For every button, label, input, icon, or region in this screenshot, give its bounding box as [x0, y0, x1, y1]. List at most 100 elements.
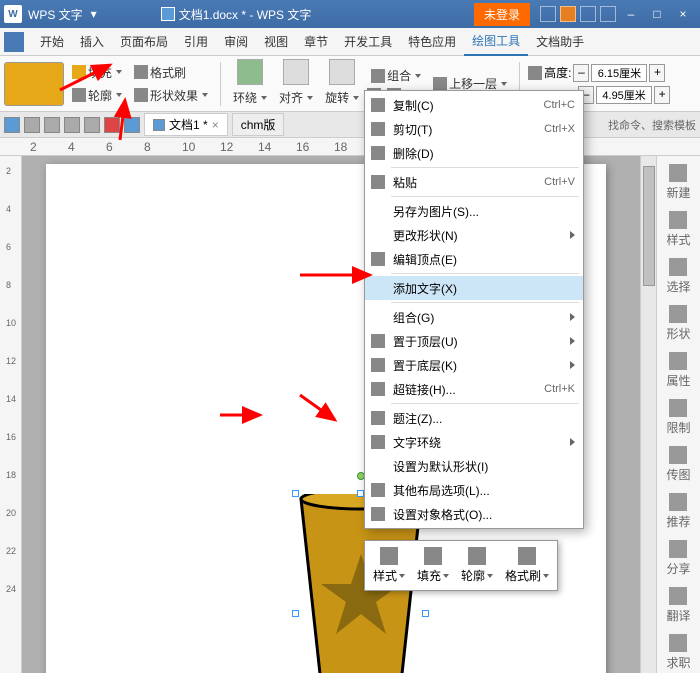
sidebar-分享[interactable]: 分享 — [666, 540, 690, 577]
login-button[interactable]: 未登录 — [474, 3, 530, 26]
填充-icon — [424, 547, 442, 565]
ctx-组合(G)[interactable]: 组合(G) — [365, 305, 583, 329]
fill-button[interactable]: 填充 — [68, 62, 126, 83]
format-icon — [371, 507, 385, 521]
ruler-vertical[interactable]: 24681012141618202224 — [0, 156, 22, 673]
sidebar-样式[interactable]: 样式 — [666, 211, 690, 248]
group-button[interactable]: 组合 — [367, 65, 425, 86]
handle-ml[interactable] — [292, 610, 299, 617]
wps-logo-icon[interactable] — [104, 117, 120, 133]
maximize-button[interactable]: □ — [644, 4, 670, 24]
tab-插入[interactable]: 插入 — [72, 28, 112, 56]
sidebar-新建[interactable]: 新建 — [666, 164, 690, 201]
brush-icon — [134, 65, 148, 79]
cloud-sync-icon[interactable] — [124, 117, 140, 133]
shape-effect-button[interactable]: 形状效果 — [130, 85, 212, 106]
sidebar-推荐[interactable]: 推荐 — [666, 493, 690, 530]
handle-mr[interactable] — [422, 610, 429, 617]
sidebar-选择[interactable]: 选择 — [666, 258, 690, 295]
undo-icon[interactable] — [64, 117, 80, 133]
handle-tm[interactable] — [357, 490, 364, 497]
link-icon — [371, 382, 385, 396]
edit-points-icon — [371, 252, 385, 266]
preview-icon[interactable] — [44, 117, 60, 133]
width-input[interactable] — [596, 86, 652, 104]
tab-开始[interactable]: 开始 — [32, 28, 72, 56]
ctx-layout[interactable]: 其他布局选项(L)... — [365, 478, 583, 502]
save-icon[interactable] — [4, 117, 20, 133]
search-hint[interactable]: 找命令、搜索模板 — [608, 117, 696, 133]
minimize-button[interactable]: – — [618, 4, 644, 24]
height-plus[interactable]: + — [649, 64, 665, 82]
skin-icon[interactable] — [540, 6, 556, 22]
format-painter-button[interactable]: 格式刷 — [130, 62, 212, 83]
tab-审阅[interactable]: 审阅 — [216, 28, 256, 56]
tab-文档助手[interactable]: 文档助手 — [528, 28, 592, 56]
ctx-cut[interactable]: 剪切(T)Ctrl+X — [365, 117, 583, 141]
sidebar-传图[interactable]: 传图 — [666, 446, 690, 483]
scrollbar-vertical[interactable] — [640, 156, 656, 673]
sidebar-限制[interactable]: 限制 — [666, 399, 690, 436]
tab-特色应用[interactable]: 特色应用 — [400, 28, 464, 56]
ctx-delete[interactable]: 删除(D) — [365, 141, 583, 165]
ctx-添加文字(X)[interactable]: 添加文字(X) — [365, 276, 583, 300]
doc-tab-1[interactable]: 文档1 * × — [144, 113, 228, 136]
shape-preview[interactable] — [4, 62, 64, 106]
sidebar-形状[interactable]: 形状 — [666, 305, 690, 342]
ctx-另存为图片(S)...[interactable]: 另存为图片(S)... — [365, 199, 583, 223]
cloud-icon[interactable] — [580, 6, 596, 22]
推荐-icon — [669, 493, 687, 511]
ctx-link[interactable]: 超链接(H)...Ctrl+K — [365, 377, 583, 401]
mini-格式刷[interactable]: 格式刷 — [499, 543, 555, 588]
tab-章节[interactable]: 章节 — [296, 28, 336, 56]
ribbon: 填充 轮廓 格式刷 形状效果 环绕 对齐 旋转 组合 上移一层 高度: – + — [0, 56, 700, 112]
ctx-caption[interactable]: 题注(Z)... — [365, 406, 583, 430]
ctx-format[interactable]: 设置对象格式(O)... — [365, 502, 583, 526]
ctx-wrap[interactable]: 文字环绕 — [365, 430, 583, 454]
mini-样式[interactable]: 样式 — [367, 543, 411, 588]
tab-绘图工具[interactable]: 绘图工具 — [464, 28, 528, 56]
sidebar-翻译[interactable]: 翻译 — [666, 587, 690, 624]
outline-button[interactable]: 轮廓 — [68, 85, 126, 106]
tab-页面布局[interactable]: 页面布局 — [112, 28, 176, 56]
ctx-设置为默认形状(I)[interactable]: 设置为默认形状(I) — [365, 454, 583, 478]
height-input[interactable] — [591, 64, 647, 82]
rotate-button[interactable]: 旋转 — [321, 87, 363, 108]
tab-视图[interactable]: 视图 — [256, 28, 296, 56]
ctx-paste[interactable]: 粘贴Ctrl+V — [365, 170, 583, 194]
sidebar-属性[interactable]: 属性 — [666, 352, 690, 389]
width-plus[interactable]: + — [654, 86, 670, 104]
height-minus[interactable]: – — [573, 64, 589, 82]
mini-填充[interactable]: 填充 — [411, 543, 455, 588]
样式-icon — [380, 547, 398, 565]
group-icon — [371, 69, 385, 83]
ruler-horizontal[interactable]: 24681012141618202224262830 — [0, 138, 700, 156]
submenu-arrow-icon — [570, 337, 575, 345]
handle-tl[interactable] — [292, 490, 299, 497]
close-button[interactable]: × — [670, 4, 696, 24]
align-button[interactable]: 对齐 — [275, 87, 317, 108]
ctx-copy[interactable]: 复制(C)Ctrl+C — [365, 93, 583, 117]
scrollbar-thumb[interactable] — [643, 166, 655, 286]
app-menu-dropdown[interactable]: ▾ — [87, 0, 101, 28]
tab-引用[interactable]: 引用 — [176, 28, 216, 56]
quick-access-bar: 文档1 * × chm版 找命令、搜索模板 — [0, 112, 700, 138]
file-menu-icon[interactable] — [4, 32, 24, 52]
ctx-front[interactable]: 置于顶层(U) — [365, 329, 583, 353]
redo-icon[interactable] — [84, 117, 100, 133]
wrap-button[interactable]: 环绕 — [229, 87, 271, 108]
wrap-icon — [237, 59, 263, 85]
cut-icon — [371, 122, 385, 136]
print-icon[interactable] — [24, 117, 40, 133]
ctx-back[interactable]: 置于底层(K) — [365, 353, 583, 377]
doc-tab-2[interactable]: chm版 — [232, 113, 285, 136]
close-tab-icon[interactable]: × — [212, 118, 219, 132]
help-icon[interactable] — [600, 6, 616, 22]
sidebar-求职[interactable]: 求职 — [666, 634, 690, 671]
mini-轮廓[interactable]: 轮廓 — [455, 543, 499, 588]
ctx-更改形状(N)[interactable]: 更改形状(N) — [365, 223, 583, 247]
tab-开发工具[interactable]: 开发工具 — [336, 28, 400, 56]
doc-title-area: 文档1.docx * - WPS 文字 — [161, 6, 312, 23]
feedback-icon[interactable] — [560, 6, 576, 22]
ctx-edit-points[interactable]: 编辑顶点(E) — [365, 247, 583, 271]
